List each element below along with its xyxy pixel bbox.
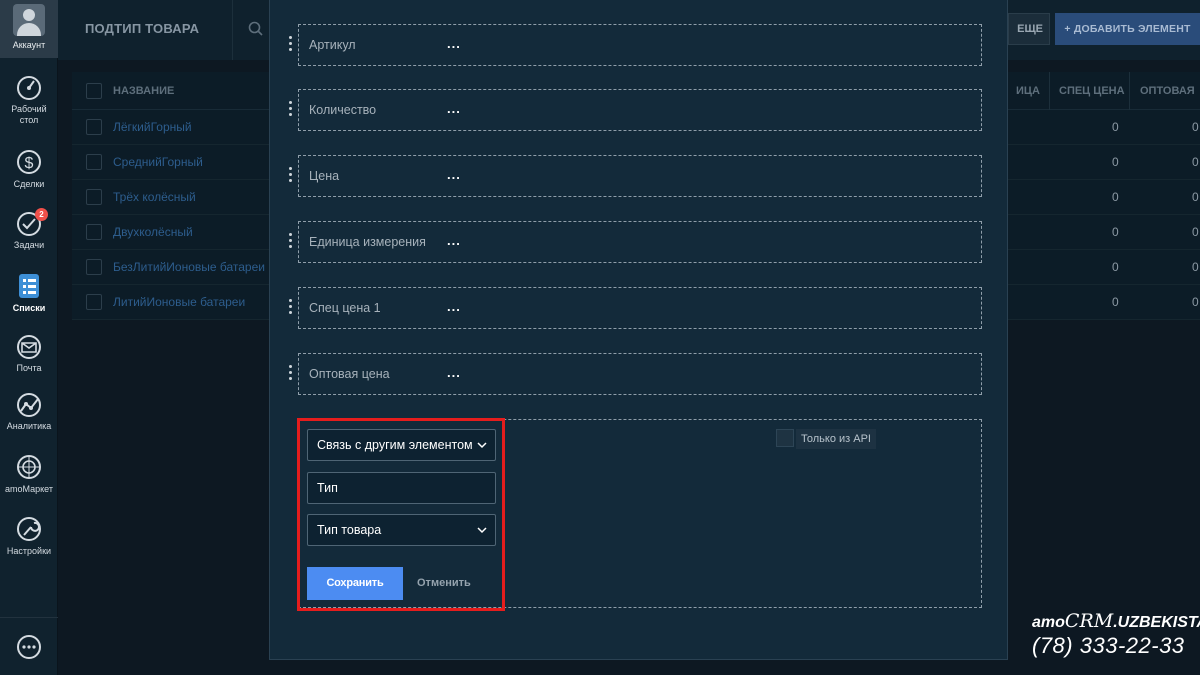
brand-phone: (78) 333-22-33	[1032, 633, 1185, 658]
sidebar-item-dashboard[interactable]: Рабочий стол	[0, 74, 58, 126]
field-value: ...	[447, 36, 461, 51]
brand-logo: amoCRM.UZBEKISTAN	[1032, 610, 1200, 632]
cell-special-price: 0	[1112, 260, 1119, 274]
field-row-wholesale-price[interactable]: Оптовая цена ...	[289, 353, 982, 395]
field-name: Оптовая цена	[309, 367, 390, 381]
divider	[232, 0, 233, 60]
brand-watermark: amoCRM.UZBEKISTAN (78) 333-22-33	[1032, 610, 1200, 659]
cell-special-price: 0	[1112, 190, 1119, 204]
drag-handle-icon[interactable]	[289, 233, 293, 251]
cell-wholesale: 0	[1192, 225, 1199, 239]
chat-bubble-icon	[17, 635, 41, 659]
drag-handle-icon[interactable]	[289, 365, 293, 383]
sidebar-item-label: Рабочий	[11, 104, 47, 114]
row-checkbox[interactable]	[86, 224, 102, 240]
avatar	[13, 4, 45, 36]
sidebar-item-label: Задачи	[13, 240, 45, 250]
row-name-link[interactable]: СреднийГорный	[113, 155, 203, 169]
row-name-link[interactable]: ЛитийИоновые батареи	[113, 295, 245, 309]
sidebar-item-settings[interactable]: Настройки	[0, 514, 58, 557]
tasks-badge: 2	[35, 208, 48, 221]
page-title: ПОДТИП ТОВАРА	[85, 21, 200, 36]
field-name: Артикул	[309, 38, 356, 52]
field-value: ...	[447, 167, 461, 182]
field-name: Спец цена 1	[309, 301, 381, 315]
field-value: ...	[447, 365, 461, 380]
cell-wholesale: 0	[1192, 120, 1199, 134]
divider	[1129, 72, 1130, 110]
cell-special-price: 0	[1112, 225, 1119, 239]
sidebar-item-market[interactable]: amoМаркет	[0, 452, 58, 495]
field-name: Цена	[309, 169, 340, 183]
account-label: Аккаунт	[12, 40, 46, 50]
sidebar-item-label-2: стол	[19, 115, 39, 125]
row-name-link[interactable]: ЛёгкийГорный	[113, 120, 192, 134]
sidebar-item-label: Аналитика	[6, 421, 52, 431]
sidebar-item-label: Почта	[16, 363, 42, 373]
row-checkbox[interactable]	[86, 154, 102, 170]
dashboard-icon	[17, 76, 41, 100]
column-header-name: НАЗВАНИЕ	[113, 85, 175, 97]
field-value: ...	[447, 101, 461, 116]
field-row-price[interactable]: Цена ...	[289, 155, 982, 197]
sidebar-item-label: Сделки	[13, 179, 45, 189]
field-value: ...	[447, 299, 461, 314]
more-button[interactable]: ЕЩЕ	[1008, 13, 1050, 45]
cell-wholesale: 0	[1192, 155, 1199, 169]
sidebar-item-label: amoМаркет	[5, 484, 53, 494]
cell-special-price: 0	[1112, 155, 1119, 169]
field-row-special-price[interactable]: Спец цена 1 ...	[289, 287, 982, 329]
row-name-link[interactable]: БезЛитийИоновые батареи	[113, 260, 265, 274]
row-name-link[interactable]: Трёх колёсный	[113, 190, 196, 204]
drag-handle-icon[interactable]	[289, 299, 293, 317]
row-checkbox[interactable]	[86, 259, 102, 275]
row-checkbox[interactable]	[86, 294, 102, 310]
left-sidebar: Аккаунт Рабочий стол $ Сделки 2 Задачи С…	[0, 0, 58, 675]
field-row-quantity[interactable]: Количество ...	[289, 89, 982, 131]
api-only-label: Только из API	[796, 429, 876, 449]
field-name: Количество	[309, 103, 377, 117]
select-all-checkbox[interactable]	[86, 83, 102, 99]
row-checkbox[interactable]	[86, 189, 102, 205]
highlight-frame	[297, 418, 505, 611]
column-header-wholesale: ОПТОВАЯ	[1140, 85, 1195, 97]
cell-wholesale: 0	[1192, 190, 1199, 204]
drag-handle-icon[interactable]	[289, 101, 293, 119]
svg-text:$: $	[25, 155, 34, 172]
drag-handle-icon[interactable]	[289, 167, 293, 185]
field-row-article[interactable]: Артикул ...	[289, 24, 982, 66]
api-only-checkbox[interactable]	[776, 429, 794, 447]
sidebar-item-deals[interactable]: $ Сделки	[0, 147, 58, 190]
divider	[1049, 72, 1050, 110]
cell-special-price: 0	[1112, 120, 1119, 134]
column-header-special-price: СПЕЦ ЦЕНА	[1059, 85, 1125, 97]
sidebar-item-label: Списки	[12, 303, 46, 313]
cell-wholesale: 0	[1192, 260, 1199, 274]
search-icon[interactable]	[248, 21, 264, 37]
dollar-icon: $	[17, 150, 41, 174]
analytics-icon	[17, 393, 41, 417]
chat-button[interactable]	[0, 617, 58, 675]
column-header-unit: ИЦА	[1016, 85, 1040, 97]
add-element-button[interactable]: + ДОБАВИТЬ ЭЛЕМЕНТ	[1055, 13, 1200, 45]
market-icon	[17, 455, 41, 479]
lists-icon	[19, 274, 39, 298]
field-value: ...	[447, 233, 461, 248]
wrench-icon	[17, 517, 41, 541]
drag-handle-icon[interactable]	[289, 36, 293, 54]
sidebar-item-label: Настройки	[6, 546, 52, 556]
row-name-link[interactable]: Двухколёсный	[113, 225, 193, 239]
sidebar-item-mail[interactable]: Почта	[0, 333, 58, 374]
sidebar-item-analytics[interactable]: Аналитика	[0, 391, 58, 432]
cell-special-price: 0	[1112, 295, 1119, 309]
row-checkbox[interactable]	[86, 119, 102, 135]
field-row-unit[interactable]: Единица измерения ...	[289, 221, 982, 263]
sidebar-item-lists[interactable]: Списки	[0, 271, 58, 314]
sidebar-item-tasks[interactable]: 2 Задачи	[0, 208, 58, 251]
account-button[interactable]: Аккаунт	[0, 0, 58, 58]
cell-wholesale: 0	[1192, 295, 1199, 309]
mail-icon	[17, 335, 41, 359]
field-name: Единица измерения	[309, 235, 426, 249]
